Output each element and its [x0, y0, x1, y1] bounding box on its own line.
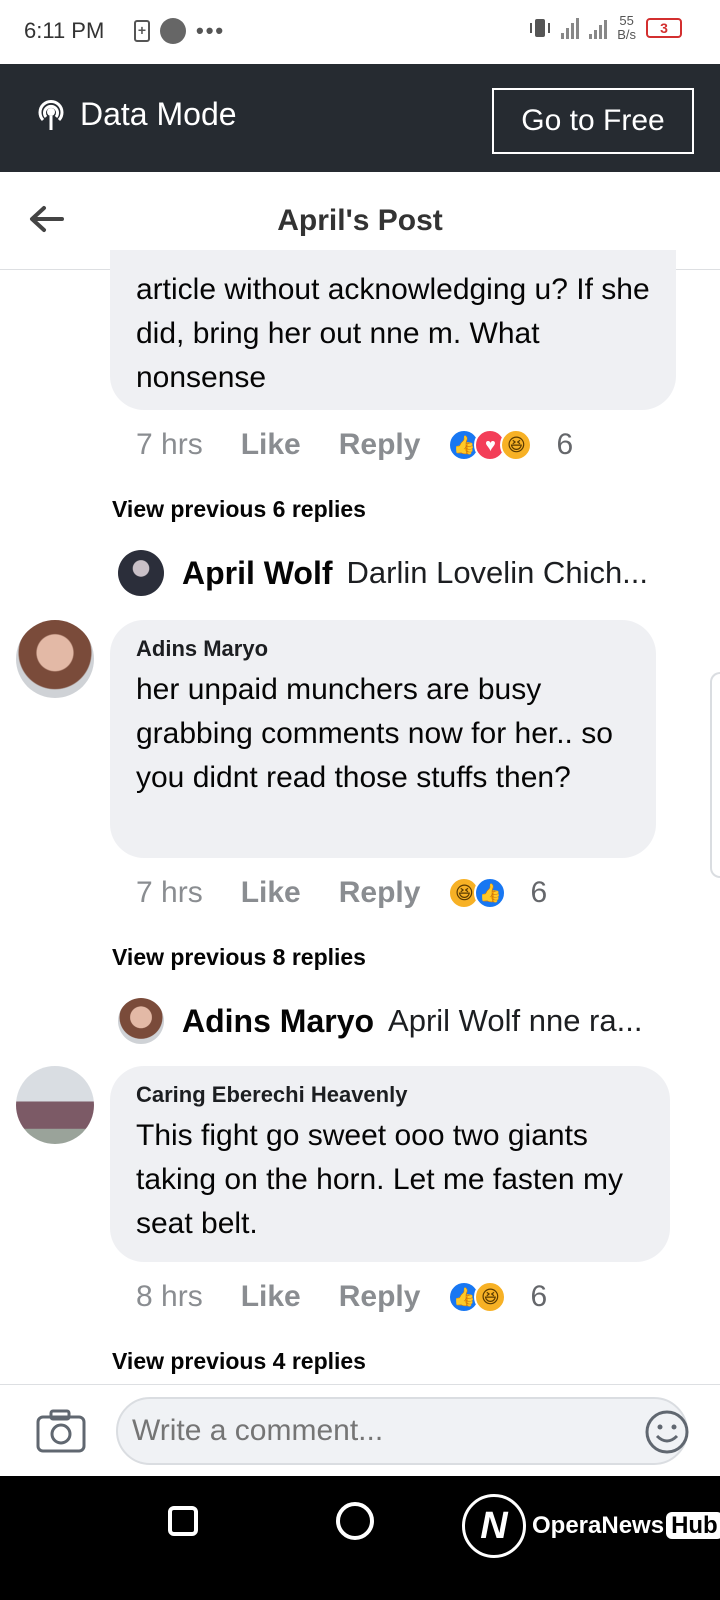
status-bar: 6:11 PM + ••• 55 B/s 3 [0, 0, 720, 64]
watermark: N OperaNews Hub [462, 1494, 720, 1558]
comment-bubble-3[interactable]: Caring Eberechi Heavenly This fight go s… [110, 1066, 670, 1262]
battery-icon: 3 [646, 18, 682, 38]
status-left-icons: + ••• [134, 18, 225, 44]
system-nav-bar: N OperaNews Hub [0, 1476, 720, 1600]
comment-bubble-2[interactable]: Adins Maryo her unpaid munchers are busy… [110, 620, 656, 858]
comment-actions-1: 7 hrs Like Reply 👍 ♥ 😆 6 [136, 428, 573, 462]
comment-bubble-1[interactable]: article without acknowledging u? If she … [110, 250, 676, 410]
network-speed-value: 55 [619, 13, 634, 28]
battery-saver-icon: + [134, 20, 150, 42]
network-speed-unit: B/s [617, 27, 636, 42]
reply-author-name[interactable]: Adins Maryo [182, 1003, 374, 1040]
emoji-icon[interactable] [644, 1409, 690, 1455]
data-mode-indicator: Data Mode [34, 96, 237, 133]
comment-text: her unpaid munchers are busy grabbing co… [136, 673, 613, 794]
comment-author[interactable]: Caring Eberechi Heavenly [136, 1082, 644, 1108]
latest-reply-2[interactable]: Adins Maryo April Wolf nne ra... [118, 998, 666, 1044]
recents-button[interactable] [168, 1506, 198, 1536]
status-right-icons: 55 B/s 3 [529, 14, 682, 42]
comment-time[interactable]: 7 hrs [136, 428, 203, 462]
comment-composer [0, 1384, 720, 1476]
reply-author-name[interactable]: April Wolf [182, 555, 333, 592]
like-button[interactable]: Like [241, 428, 301, 462]
side-panel-handle[interactable] [710, 672, 720, 878]
home-button[interactable] [336, 1502, 374, 1540]
haha-reaction-icon: 😆 [474, 1281, 507, 1313]
reaction-count[interactable]: 6 [556, 428, 573, 462]
view-previous-replies-2[interactable]: View previous 8 replies [112, 944, 366, 971]
comment-text: article without acknowledging u? If she … [136, 273, 650, 394]
signal-icon-sim2 [589, 17, 608, 39]
reply-preview-text: Darlin Lovelin Chich... [346, 555, 649, 590]
haha-reaction-icon: 😆 [500, 429, 533, 461]
opera-news-logo-icon: N [462, 1494, 526, 1558]
comment-author[interactable]: Adins Maryo [136, 636, 630, 662]
vibrate-icon [530, 19, 551, 37]
data-mode-banner: Data Mode Go to Free [0, 64, 720, 172]
page-title: April's Post [277, 204, 443, 237]
reaction-icons[interactable]: 👍 ♥ 😆 [448, 429, 533, 461]
reaction-count[interactable]: 6 [530, 876, 547, 910]
more-dots-icon: ••• [196, 18, 226, 43]
app-notification-icon [160, 18, 186, 44]
reply-button[interactable]: Reply [339, 876, 421, 910]
data-mode-label: Data Mode [80, 96, 237, 132]
go-to-free-button[interactable]: Go to Free [492, 88, 694, 154]
watermark-text: OperaNews Hub [532, 1512, 720, 1540]
comment-actions-2: 7 hrs Like Reply 😆 👍 6 [136, 876, 547, 910]
comment-time[interactable]: 7 hrs [136, 876, 203, 910]
battery-level: 3 [660, 20, 668, 36]
reaction-count[interactable]: 6 [530, 1280, 547, 1314]
avatar[interactable] [118, 550, 164, 596]
status-time: 6:11 PM [24, 18, 105, 43]
network-speed: 55 B/s [617, 14, 636, 42]
avatar[interactable] [118, 998, 164, 1044]
like-reaction-icon: 👍 [474, 877, 507, 909]
reaction-icons[interactable]: 👍 😆 [448, 1281, 507, 1313]
signal-icon-sim1 [561, 17, 580, 39]
like-button[interactable]: Like [241, 876, 301, 910]
comment-time[interactable]: 8 hrs [136, 1280, 203, 1314]
avatar[interactable] [16, 620, 94, 698]
avatar[interactable] [16, 1066, 94, 1144]
like-button[interactable]: Like [241, 1280, 301, 1314]
reply-preview-text: April Wolf nne ra... [388, 1003, 643, 1038]
view-previous-replies-1[interactable]: View previous 6 replies [112, 496, 366, 523]
reply-button[interactable]: Reply [339, 1280, 421, 1314]
view-previous-replies-3[interactable]: View previous 4 replies [112, 1348, 366, 1375]
camera-icon[interactable] [36, 1409, 86, 1453]
latest-reply-1[interactable]: April Wolf Darlin Lovelin Chich... [118, 550, 666, 596]
reply-button[interactable]: Reply [339, 428, 421, 462]
comment-actions-3: 8 hrs Like Reply 👍 😆 6 [136, 1280, 547, 1314]
comment-input[interactable] [116, 1397, 688, 1465]
reaction-icons[interactable]: 😆 👍 [448, 877, 507, 909]
comment-text: This fight go sweet ooo two giants takin… [136, 1119, 623, 1240]
broadcast-icon [38, 99, 64, 130]
